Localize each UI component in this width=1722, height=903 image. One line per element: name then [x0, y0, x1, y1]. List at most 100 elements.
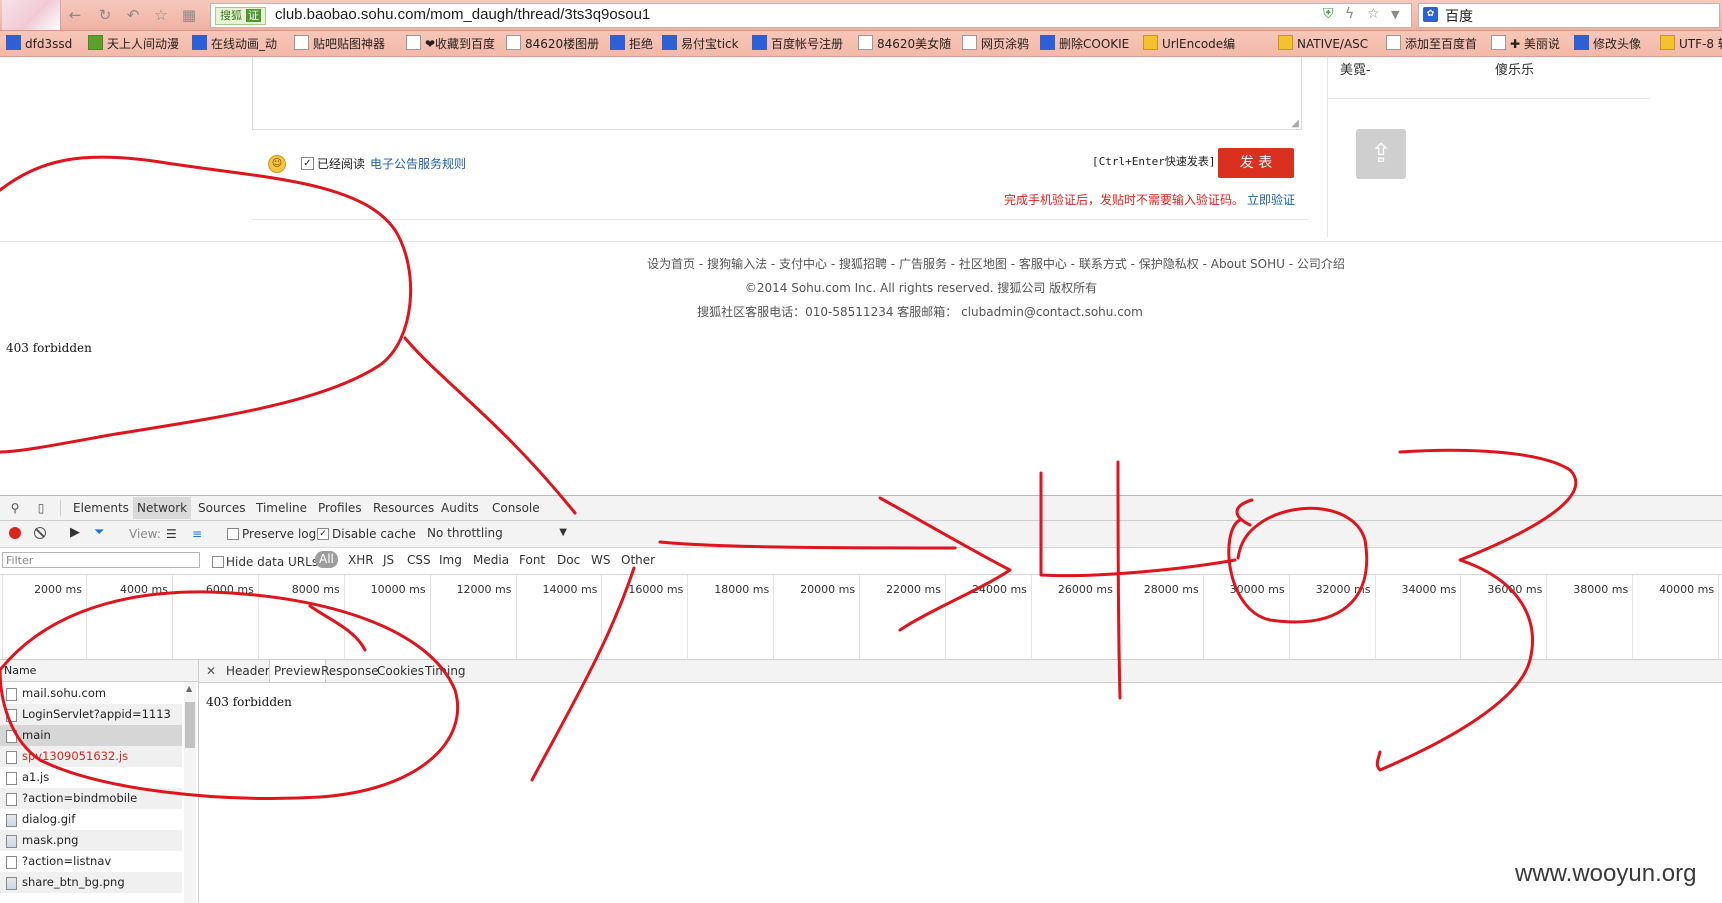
- footer-links[interactable]: 设为首页 - 搜狗输入法 - 支付中心 - 搜狐招聘 - 广告服务 - 社区地图…: [0, 255, 1722, 272]
- close-icon[interactable]: ✕: [206, 664, 216, 678]
- publish-button[interactable]: 发 表: [1218, 148, 1294, 178]
- filter-funnel-icon[interactable]: ⏷: [94, 525, 104, 540]
- back-icon[interactable]: ←: [66, 6, 84, 24]
- request-row[interactable]: share_btn_bg.png: [0, 872, 182, 893]
- filter-input[interactable]: Filter: [2, 552, 200, 568]
- type-filter-media[interactable]: Media: [473, 553, 509, 567]
- user-name[interactable]: 美霓-: [1340, 59, 1371, 78]
- type-filter-ws[interactable]: WS: [591, 553, 610, 567]
- request-row[interactable]: mask.png: [0, 830, 182, 851]
- timeline-tick-label: 14000 ms: [542, 583, 598, 596]
- hide-data-urls-checkbox[interactable]: [212, 556, 224, 568]
- list-view-icon[interactable]: ☰: [166, 527, 177, 541]
- agree-checkbox[interactable]: ✓: [301, 157, 314, 170]
- detail-tab-preview[interactable]: Preview: [269, 660, 326, 682]
- tab-audits[interactable]: Audits: [441, 501, 479, 515]
- bookmark-item[interactable]: 天上人间动漫: [88, 35, 179, 52]
- bookmark-item[interactable]: 网页涂鸦: [962, 35, 1029, 52]
- type-filter-doc[interactable]: Doc: [557, 553, 580, 567]
- tab-avatar-thumbnail[interactable]: [2, 0, 61, 30]
- reply-textarea[interactable]: ◢: [252, 57, 1302, 130]
- throttling-select[interactable]: No throttling ▼: [427, 524, 567, 542]
- device-mode-icon[interactable]: ▯: [34, 501, 48, 515]
- url-text[interactable]: club.baobao.sohu.com/mom_daugh/thread/3t…: [275, 6, 650, 23]
- search-box[interactable]: ✿ 百度: [1418, 3, 1720, 28]
- type-filter-all[interactable]: All: [315, 551, 338, 568]
- bookmark-item[interactable]: 易付宝tick: [662, 35, 739, 52]
- bookmark-label: 84620楼图册: [525, 37, 600, 51]
- bookmark-item[interactable]: 贴吧贴图神器: [294, 35, 385, 52]
- bookmark-item[interactable]: 添加至百度首: [1386, 35, 1477, 52]
- detail-tab-cookies[interactable]: Cookies: [377, 664, 424, 678]
- tab-sources[interactable]: Sources: [198, 501, 245, 515]
- type-filter-css[interactable]: CSS: [407, 553, 431, 567]
- bookmark-item[interactable]: UrlEncode编: [1143, 35, 1235, 52]
- timeline-gridline: [687, 575, 689, 659]
- request-row[interactable]: mail.sohu.com: [0, 683, 182, 704]
- tab-console[interactable]: Console: [492, 501, 540, 515]
- inspect-icon[interactable]: ⚲: [8, 501, 22, 515]
- detail-tab-timing[interactable]: Timing: [425, 664, 466, 678]
- request-row[interactable]: main: [0, 725, 182, 746]
- type-filter-js[interactable]: JS: [383, 553, 394, 567]
- record-icon[interactable]: [9, 527, 21, 539]
- bookmark-item[interactable]: 在线动画_动: [192, 35, 277, 52]
- scroll-thumb[interactable]: [185, 702, 195, 748]
- request-list-scrollbar[interactable]: ▲: [184, 682, 196, 903]
- request-row[interactable]: ?action=listnav: [0, 851, 182, 872]
- user-name[interactable]: 傻乐乐: [1495, 59, 1534, 78]
- emoji-icon[interactable]: ☺: [268, 155, 286, 173]
- type-filter-img[interactable]: Img: [439, 553, 462, 567]
- refresh-icon[interactable]: ↻: [96, 6, 114, 24]
- screenshot-camera-icon[interactable]: ▶: [70, 525, 80, 540]
- star-icon[interactable]: ☆: [152, 6, 170, 24]
- tab-profiles[interactable]: Profiles: [318, 501, 362, 515]
- rules-link[interactable]: 电子公告服务规则: [370, 155, 466, 172]
- bookmark-item[interactable]: NATIVE/ASC: [1278, 35, 1368, 52]
- scroll-up-icon[interactable]: ▲: [186, 684, 192, 693]
- disable-cache-checkbox[interactable]: ✓: [317, 528, 329, 540]
- preserve-log-checkbox[interactable]: [227, 528, 239, 540]
- filter-bar: Filter Hide data URLs All XHR JS CSS Img Medi…: [0, 548, 1722, 575]
- type-filter-xhr[interactable]: XHR: [348, 553, 374, 567]
- request-row[interactable]: a1.js: [0, 767, 182, 788]
- bookmark-item[interactable]: 84620楼图册: [506, 35, 599, 52]
- request-name: ?action=listnav: [22, 854, 112, 868]
- waterfall-view-icon[interactable]: ≡: [192, 527, 202, 541]
- bookmark-star-icon[interactable]: ☆: [1367, 6, 1380, 22]
- bookmark-item[interactable]: 修改头像: [1574, 35, 1641, 52]
- tab-elements[interactable]: Elements: [73, 501, 129, 515]
- bookmark-item[interactable]: ✚ 美丽说: [1491, 35, 1560, 52]
- back-to-top-icon[interactable]: ⇪: [1356, 129, 1406, 179]
- bookmark-item[interactable]: UTF-8 转: [1660, 35, 1722, 52]
- bookmark-item[interactable]: 百度帐号注册: [752, 35, 843, 52]
- request-row[interactable]: LoginServlet?appid=1113: [0, 704, 182, 725]
- name-column-header[interactable]: Name: [0, 660, 198, 682]
- bookmark-item[interactable]: 删除COOKIE: [1040, 35, 1129, 52]
- shield-icon[interactable]: ⛨: [1323, 6, 1334, 22]
- baidu-paw-icon[interactable]: ✿: [1423, 7, 1438, 22]
- bookmark-item[interactable]: 84620美女随: [858, 35, 951, 52]
- request-row[interactable]: dialog.gif: [0, 809, 182, 830]
- request-row[interactable]: spv1309051632.js: [0, 746, 182, 767]
- request-row[interactable]: ?action=bindmobile: [0, 788, 182, 809]
- timeline-overview[interactable]: 2000 ms 4000 ms 6000 ms 8000 ms 10000 ms 1200…: [0, 575, 1722, 660]
- bookmark-item[interactable]: dfd3ssd: [6, 35, 72, 52]
- tab-timeline[interactable]: Timeline: [256, 501, 307, 515]
- dropdown-icon[interactable]: ▼: [1391, 8, 1399, 21]
- address-bar[interactable]: 搜狐证 club.baobao.sohu.com/mom_daugh/threa…: [210, 3, 1412, 28]
- web-page: ◢ ☺ ✓ 已经阅读 电子公告服务规则 [Ctrl+Enter快速发表] 发 表…: [0, 57, 1722, 494]
- tab-resources[interactable]: Resources: [373, 501, 434, 515]
- grid-icon[interactable]: ▦: [180, 6, 198, 24]
- tab-network[interactable]: Network: [133, 497, 192, 519]
- undo-icon[interactable]: ↶: [124, 6, 142, 24]
- verify-now-link[interactable]: 立即验证: [1247, 191, 1295, 208]
- type-filter-font[interactable]: Font: [519, 553, 545, 567]
- type-filter-other[interactable]: Other: [621, 553, 655, 567]
- clear-icon[interactable]: [34, 527, 46, 539]
- detail-tab-response[interactable]: Response: [321, 664, 379, 678]
- bookmark-item[interactable]: ❤收藏到百度: [406, 35, 495, 52]
- bookmark-item[interactable]: 拒绝: [610, 35, 653, 52]
- lightning-icon[interactable]: ϟ: [1345, 6, 1354, 22]
- resize-grip-icon[interactable]: ◢: [1291, 118, 1299, 129]
